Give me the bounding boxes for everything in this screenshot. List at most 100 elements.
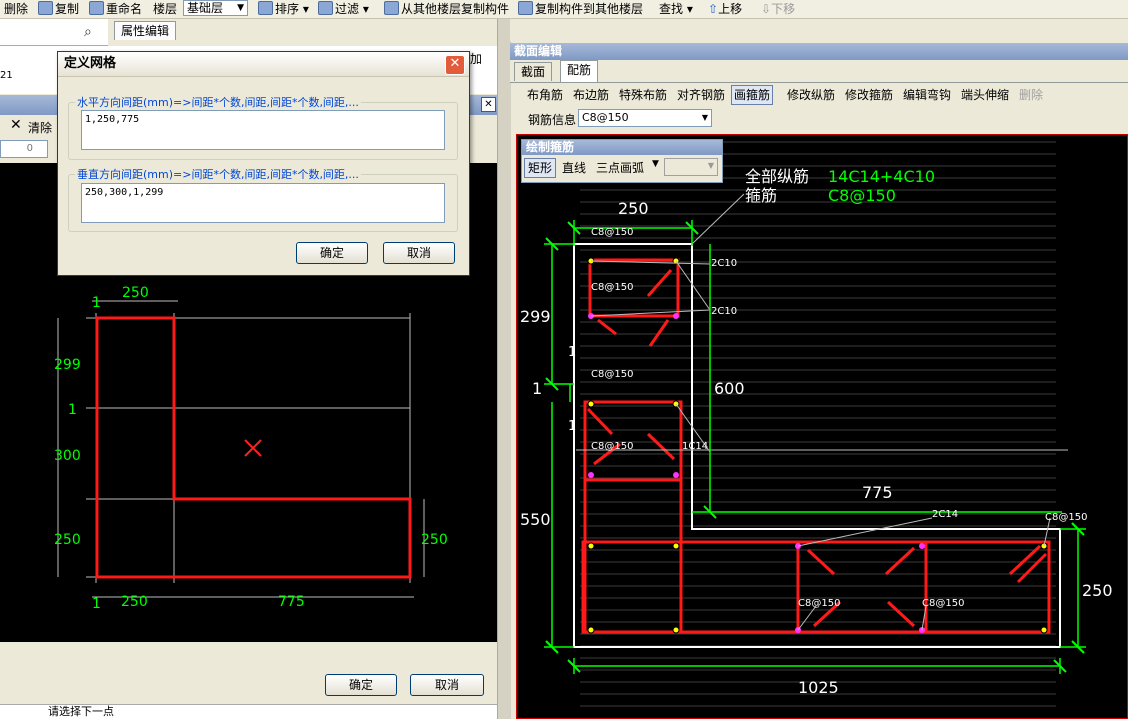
dim-label: 1 xyxy=(92,295,101,311)
dim-label: 250 xyxy=(1082,581,1113,600)
search-icon[interactable]: ⌕ xyxy=(84,24,92,40)
chevron-down-icon: ▼ xyxy=(701,113,708,122)
annotation-stirrup: C8@150 xyxy=(591,227,633,238)
arrow-up-icon: ⇧ xyxy=(708,2,719,16)
splitter[interactable] xyxy=(497,19,511,719)
draw-mode-arc[interactable]: 三点画弧 xyxy=(596,159,644,177)
move-down-button[interactable]: ⇩下移 xyxy=(761,1,795,17)
move-up-button[interactable]: ⇧上移 xyxy=(708,1,742,17)
list-item[interactable]: 21 xyxy=(0,70,13,81)
right-top-strip xyxy=(510,19,1128,41)
sort-icon xyxy=(258,1,273,15)
dim-label: 250 xyxy=(122,285,149,301)
filter-button[interactable]: 过滤 ▾ xyxy=(318,1,369,17)
rebar-info-row: 钢筋信息 C8@150 ▼ xyxy=(516,108,1128,130)
define-grid-dialog: 定义网格 ✕ 水平方向间距(mm)=>间距*个数,间距,间距*个数,间距,...… xyxy=(57,51,470,276)
annotation-bar: 2C10 xyxy=(711,306,737,317)
add-label[interactable]: 加 xyxy=(470,50,482,67)
dim-label: 300 xyxy=(54,448,81,464)
rebar-toolbar: 布角筋 布边筋 特殊布筋 对齐钢筋 画箍筋 修改纵筋 修改箍筋 编辑弯钩 端头伸… xyxy=(516,85,1128,106)
summary-label-stirrup: 箍筋 xyxy=(745,186,777,205)
left-confirm-button[interactable]: 确定 xyxy=(325,674,397,696)
dim-label: 1 xyxy=(532,379,542,398)
property-tab-strip: 属性编辑 xyxy=(110,19,496,40)
dim-label: 250 xyxy=(54,532,81,548)
annotation-stirrup: C8@150 xyxy=(591,441,633,452)
rename-icon xyxy=(89,1,104,15)
delete-button[interactable]: 删除 xyxy=(4,1,28,17)
chevron-down-icon: ▼ xyxy=(237,3,244,13)
main-toolbar: 删除 复制 重命名 楼层 基础层 ▼ 排序 ▾ 过滤 ▾ 从其他楼层复制构件 复制… xyxy=(0,0,1128,19)
end-extend-button[interactable]: 端头伸缩 xyxy=(961,86,1009,104)
annotation-bar: 2C10 xyxy=(711,258,737,269)
dim-label: 1 xyxy=(92,596,101,612)
dim-label: 775 xyxy=(862,483,893,502)
annotation-stirrup: C8@150 xyxy=(1045,512,1087,523)
section-tabs: 截面 配筋 xyxy=(510,60,1128,83)
annotation-stirrup: C8@150 xyxy=(798,598,840,609)
floor-label: 楼层 xyxy=(153,2,178,16)
copy-from-floor-icon xyxy=(384,1,399,15)
edit-longitudinal-button[interactable]: 修改纵筋 xyxy=(787,86,835,104)
copy-to-floor-icon xyxy=(518,1,533,15)
dim-label: 299 xyxy=(520,307,551,326)
dim-label: 1 xyxy=(68,402,77,418)
dim-label: 250 xyxy=(618,199,649,218)
annotation-stirrup: C8@150 xyxy=(591,282,633,293)
dim-label: 1 xyxy=(568,345,576,360)
draw-mode-select[interactable]: ▼ xyxy=(664,158,718,176)
dialog-cancel-button[interactable]: 取消 xyxy=(383,242,455,264)
summary-value-longitudinal: 14C14+4C10 xyxy=(828,167,935,186)
horizontal-spacing-field[interactable]: 1,250,775 xyxy=(81,110,445,150)
summary-value-stirrup: C8@150 xyxy=(828,186,896,205)
dim-label: 775 xyxy=(278,594,305,610)
clear-button[interactable]: 清除 xyxy=(28,119,52,136)
tab-section[interactable]: 截面 xyxy=(514,62,553,81)
delete-rebar-button[interactable]: 删除 xyxy=(1019,86,1043,104)
edit-stirrup-button[interactable]: 修改箍筋 xyxy=(845,86,893,104)
dialog-title: 定义网格 xyxy=(58,52,469,77)
copy-button[interactable]: 复制 xyxy=(38,1,79,17)
dim-label: 600 xyxy=(714,379,745,398)
dim-label: 550 xyxy=(520,510,551,529)
draw-mode-rectangle[interactable]: 矩形 xyxy=(524,158,557,178)
annotation-bar: 2C14 xyxy=(932,509,958,520)
dim-label: 1025 xyxy=(798,678,839,697)
rename-button[interactable]: 重命名 xyxy=(89,1,142,17)
vertical-spacing-field[interactable]: 250,300,1,299 xyxy=(81,183,445,223)
close-icon[interactable]: ✕ xyxy=(445,55,465,75)
corner-rebar-button[interactable]: 布角筋 xyxy=(527,86,563,104)
clear-icon: ✕ xyxy=(10,117,22,133)
special-rebar-button[interactable]: 特殊布筋 xyxy=(619,86,667,104)
spin-input[interactable]: 0 xyxy=(0,140,48,158)
filter-icon xyxy=(318,1,333,15)
draw-stirrup-button[interactable]: 画箍筋 xyxy=(731,85,774,105)
dim-label: 299 xyxy=(54,357,81,373)
edge-rebar-button[interactable]: 布边筋 xyxy=(573,86,609,104)
section-editor-title: 截面编辑 xyxy=(510,43,1128,60)
find-button[interactable]: 查找 ▾ xyxy=(659,1,693,17)
summary-label-longitudinal: 全部纵筋 xyxy=(745,167,809,186)
rebar-info-select[interactable]: C8@150 ▼ xyxy=(578,109,712,127)
align-rebar-button[interactable]: 对齐钢筋 xyxy=(677,86,725,104)
draw-stirrup-panel: 绘制箍筋 矩形 直线 三点画弧 ▼ ▼ xyxy=(521,139,723,183)
copy-from-floor-button[interactable]: 从其他楼层复制构件 xyxy=(384,1,509,17)
edit-hook-button[interactable]: 编辑弯钩 xyxy=(903,86,951,104)
dim-label: 250 xyxy=(421,532,448,548)
sort-button[interactable]: 排序 ▾ xyxy=(258,1,309,17)
annotation-bar: 1C14 xyxy=(682,441,708,452)
floor-select[interactable]: 基础层 ▼ xyxy=(183,0,248,16)
annotation-stirrup: C8@150 xyxy=(922,598,964,609)
section-canvas[interactable]: 250 299 1 600 550 775 250 1025 1 1 C8@15… xyxy=(516,134,1128,719)
search-box[interactable]: ⌕ xyxy=(0,19,108,46)
tab-properties[interactable]: 属性编辑 xyxy=(114,21,177,40)
dialog-confirm-button[interactable]: 确定 xyxy=(296,242,368,264)
arrow-down-icon: ⇩ xyxy=(761,2,772,16)
chevron-down-icon[interactable]: ▼ xyxy=(652,159,659,169)
tab-reinforcement[interactable]: 配筋 xyxy=(560,60,599,82)
close-icon[interactable]: ✕ xyxy=(481,97,496,112)
copy-to-floor-button[interactable]: 复制构件到其他楼层 xyxy=(518,1,643,17)
draw-mode-line[interactable]: 直线 xyxy=(562,159,586,177)
left-cancel-button[interactable]: 取消 xyxy=(410,674,484,696)
dim-label: 1 xyxy=(568,419,576,434)
